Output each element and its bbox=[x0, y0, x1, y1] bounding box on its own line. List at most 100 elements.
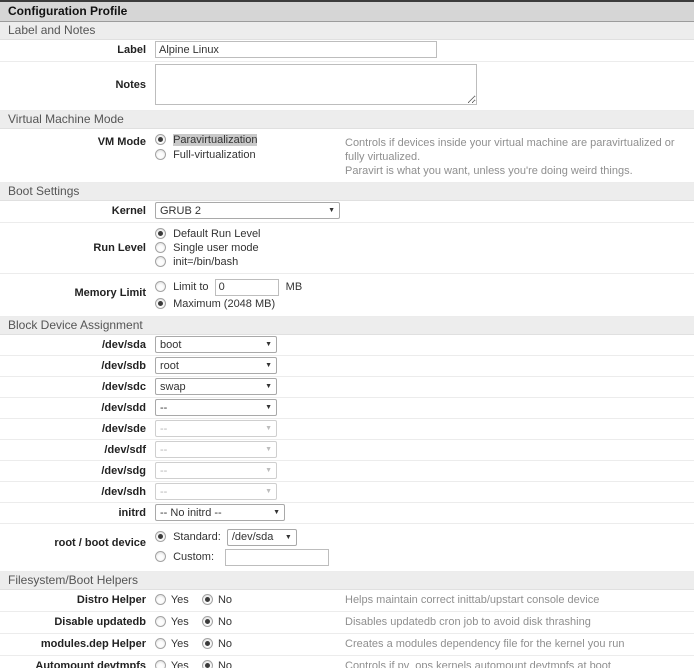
automount-devtmpfs-label: Automount devtmpfs bbox=[0, 656, 150, 668]
root-device-standard-select[interactable]: /dev/sda ▼ bbox=[227, 529, 297, 546]
section-virtual-machine-mode: Virtual Machine Mode bbox=[0, 111, 694, 129]
device-sdd-select[interactable]: -- ▼ bbox=[155, 399, 277, 416]
device-sdh-label: /dev/sdh bbox=[0, 482, 150, 502]
vm-mode-paravirtualization-option[interactable]: Paravirtualization bbox=[173, 134, 257, 146]
run-level-label: Run Level bbox=[0, 227, 150, 255]
memory-limit-unit: MB bbox=[286, 281, 303, 293]
dropdown-arrow-icon: ▼ bbox=[328, 207, 335, 214]
initrd-value: -- No initrd -- bbox=[160, 507, 222, 519]
run-level-default-radio[interactable] bbox=[155, 228, 166, 239]
disable-updatedb-no-radio[interactable] bbox=[202, 616, 213, 627]
modules-dep-helper-label: modules.dep Helper bbox=[0, 634, 150, 655]
vm-mode-full-virtualization-radio[interactable] bbox=[155, 149, 166, 160]
configuration-profile-page: Configuration Profile Label and Notes La… bbox=[0, 0, 694, 668]
disable-updatedb-no-label[interactable]: No bbox=[218, 616, 232, 628]
device-row-sdh: /dev/sdh -- ▼ bbox=[0, 482, 694, 503]
distro-helper-no-label[interactable]: No bbox=[218, 594, 232, 606]
run-level-single-user-radio[interactable] bbox=[155, 242, 166, 253]
helper-row-distro: Distro Helper Yes No Helps maintain corr… bbox=[0, 590, 694, 612]
device-sde-select[interactable]: -- ▼ bbox=[155, 420, 277, 437]
automount-devtmpfs-yes-radio[interactable] bbox=[155, 660, 166, 668]
modules-dep-no-radio[interactable] bbox=[202, 638, 213, 649]
label-field-label: Label bbox=[0, 41, 150, 60]
memory-limit-maximum-option[interactable]: Maximum (2048 MB) bbox=[173, 298, 275, 310]
section-boot-settings: Boot Settings bbox=[0, 183, 694, 201]
device-sde-label: /dev/sde bbox=[0, 419, 150, 439]
disable-updatedb-yes-label[interactable]: Yes bbox=[171, 616, 189, 628]
root-device-custom-radio[interactable] bbox=[155, 551, 166, 562]
device-sdd-value: -- bbox=[160, 402, 167, 414]
device-sda-select[interactable]: boot ▼ bbox=[155, 336, 277, 353]
run-level-init-bash-radio[interactable] bbox=[155, 256, 166, 267]
root-device-custom-input[interactable] bbox=[225, 549, 329, 566]
vm-mode-row: VM Mode Paravirtualization Full-virtuali… bbox=[0, 129, 694, 183]
modules-dep-help: Creates a modules dependency file for th… bbox=[345, 634, 694, 655]
notes-textarea[interactable] bbox=[155, 64, 477, 105]
run-level-single-user-option[interactable]: Single user mode bbox=[173, 242, 259, 254]
device-sdf-label: /dev/sdf bbox=[0, 440, 150, 460]
device-sdh-select[interactable]: -- ▼ bbox=[155, 483, 277, 500]
automount-devtmpfs-help: Controls if pv_ops kernels automount dev… bbox=[345, 656, 694, 668]
run-level-default-option[interactable]: Default Run Level bbox=[173, 228, 260, 240]
device-sdc-label: /dev/sdc bbox=[0, 377, 150, 397]
kernel-select-value: GRUB 2 bbox=[160, 205, 201, 217]
dropdown-arrow-icon: ▼ bbox=[265, 341, 272, 348]
device-sdg-label: /dev/sdg bbox=[0, 461, 150, 481]
memory-limit-to-option[interactable]: Limit to bbox=[173, 281, 208, 293]
device-sdb-select[interactable]: root ▼ bbox=[155, 357, 277, 374]
modules-dep-yes-radio[interactable] bbox=[155, 638, 166, 649]
automount-devtmpfs-no-label[interactable]: No bbox=[218, 660, 232, 668]
device-row-sdd: /dev/sdd -- ▼ bbox=[0, 398, 694, 419]
section-filesystem-boot-helpers: Filesystem/Boot Helpers bbox=[0, 572, 694, 590]
memory-limit-to-radio[interactable] bbox=[155, 281, 166, 292]
device-sdb-label: /dev/sdb bbox=[0, 356, 150, 376]
distro-helper-no-radio[interactable] bbox=[202, 594, 213, 605]
disable-updatedb-help: Disables updatedb cron job to avoid disk… bbox=[345, 612, 694, 633]
automount-devtmpfs-yes-label[interactable]: Yes bbox=[171, 660, 189, 668]
root-device-custom-option[interactable]: Custom: bbox=[173, 551, 214, 563]
vm-mode-label: VM Mode bbox=[0, 133, 150, 152]
initrd-select[interactable]: -- No initrd -- ▼ bbox=[155, 504, 285, 521]
root-device-standard-value: /dev/sda bbox=[232, 528, 274, 547]
device-sdc-select[interactable]: swap ▼ bbox=[155, 378, 277, 395]
dropdown-arrow-icon: ▼ bbox=[265, 404, 272, 411]
dropdown-arrow-icon: ▼ bbox=[265, 446, 272, 453]
kernel-select[interactable]: GRUB 2 ▼ bbox=[155, 202, 340, 219]
device-row-sda: /dev/sda boot ▼ bbox=[0, 335, 694, 356]
page-title: Configuration Profile bbox=[0, 0, 694, 22]
label-row: Label bbox=[0, 40, 694, 62]
disable-updatedb-yes-radio[interactable] bbox=[155, 616, 166, 627]
distro-helper-help: Helps maintain correct inittab/upstart c… bbox=[345, 590, 694, 611]
vm-mode-full-virtualization-option[interactable]: Full-virtualization bbox=[173, 149, 256, 161]
label-input[interactable] bbox=[155, 41, 437, 58]
device-row-sdb: /dev/sdb root ▼ bbox=[0, 356, 694, 377]
kernel-label: Kernel bbox=[0, 202, 150, 221]
vm-mode-help: Controls if devices inside your virtual … bbox=[345, 133, 694, 178]
device-row-sde: /dev/sde -- ▼ bbox=[0, 419, 694, 440]
device-sdg-select[interactable]: -- ▼ bbox=[155, 462, 277, 479]
device-sda-label: /dev/sda bbox=[0, 335, 150, 355]
memory-limit-row: Memory Limit Limit to MB Maximum (2048 M… bbox=[0, 274, 694, 317]
vm-mode-paravirtualization-radio[interactable] bbox=[155, 134, 166, 145]
dropdown-arrow-icon: ▼ bbox=[265, 488, 272, 495]
modules-dep-yes-label[interactable]: Yes bbox=[171, 638, 189, 650]
dropdown-arrow-icon: ▼ bbox=[265, 362, 272, 369]
memory-limit-label: Memory Limit bbox=[0, 278, 150, 300]
root-device-standard-option[interactable]: Standard: bbox=[173, 531, 221, 543]
run-level-init-bash-option[interactable]: init=/bin/bash bbox=[173, 256, 238, 268]
helper-row-updatedb: Disable updatedb Yes No Disables updated… bbox=[0, 612, 694, 634]
distro-helper-yes-radio[interactable] bbox=[155, 594, 166, 605]
device-sdh-value: -- bbox=[160, 486, 167, 498]
memory-limit-maximum-radio[interactable] bbox=[155, 298, 166, 309]
vm-mode-help-line2: Paravirt is what you want, unless you're… bbox=[345, 164, 694, 178]
root-boot-device-label: root / boot device bbox=[0, 528, 150, 550]
device-sdf-select[interactable]: -- ▼ bbox=[155, 441, 277, 458]
distro-helper-yes-label[interactable]: Yes bbox=[171, 594, 189, 606]
dropdown-arrow-icon: ▼ bbox=[265, 425, 272, 432]
modules-dep-no-label[interactable]: No bbox=[218, 638, 232, 650]
kernel-row: Kernel GRUB 2 ▼ bbox=[0, 201, 694, 223]
root-device-standard-radio[interactable] bbox=[155, 531, 166, 542]
vm-mode-help-line1: Controls if devices inside your virtual … bbox=[345, 136, 694, 164]
memory-limit-input[interactable] bbox=[215, 279, 279, 296]
automount-devtmpfs-no-radio[interactable] bbox=[202, 660, 213, 668]
